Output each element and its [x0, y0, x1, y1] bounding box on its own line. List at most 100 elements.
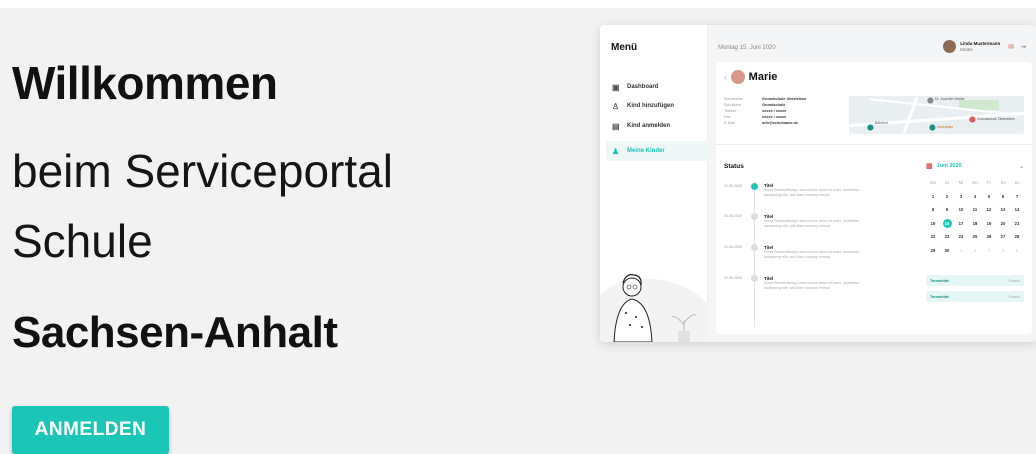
preview-sidebar-item-my-children: ♟ Meine Kinder [606, 141, 708, 161]
avatar [943, 40, 957, 53]
timeline-entry: Titel Kurze Beschreibung Lorem ipsum dol… [764, 245, 874, 259]
calendar-day: 30 [944, 247, 950, 253]
calendar-day: 7 [1015, 193, 1019, 199]
timeline-desc: sadipscing elitr, sed diam nonumy eirmod [764, 254, 830, 259]
timeline-dot [751, 244, 758, 251]
info-value: info@schulname.de [762, 121, 798, 125]
preview-sidebar-item-register-child: ▤ Kind anmelden [612, 120, 670, 132]
appointment-item: Termintitel Details [926, 275, 1024, 286]
calendar-day: 14 [1014, 207, 1020, 213]
calendar-day: 12 [986, 207, 992, 213]
preview-main: Montag 15. Juni 2020 Linda Mustermann Mu… [708, 25, 1036, 342]
user-role: Mutter [960, 46, 973, 52]
login-button[interactable]: ANMELDEN [12, 406, 169, 454]
calendar-weekday: Do [972, 180, 978, 186]
timeline-date: 01.06.2020 [724, 245, 742, 249]
map-label: Dr. Joachim Weber [935, 97, 965, 101]
calendar-day: 11 [972, 207, 978, 213]
subtitle-line-1: beim Serviceportal [12, 145, 393, 197]
appointment-title: Termintitel [930, 278, 950, 283]
calendar-day: 2 [973, 247, 977, 253]
child-detail-card: ‹ Marie Schulname Grundschule Oberleiben … [716, 62, 1032, 334]
preview-sidebar-item-add-child: ♙ Kind hinzufügen [612, 100, 674, 112]
chevron-down-icon: ⌄ [1018, 163, 1024, 170]
logout-icon: ⇥ [1020, 43, 1026, 51]
calendar-weekday: Fr [987, 180, 991, 186]
timeline-dot [751, 183, 758, 190]
calendar-day: 8 [931, 207, 935, 213]
calendar-day: 16 [942, 218, 952, 228]
calendar-day: 3 [959, 193, 963, 199]
calendar-day: 27 [1000, 234, 1006, 240]
timeline-desc: Kurze Beschreibung Lorem ipsum dolor sit… [764, 219, 860, 223]
map-pin-icon: ⬤ [867, 125, 874, 131]
timeline-entry: Titel Kurze Beschreibung Lorem ipsum dol… [764, 214, 874, 228]
child-name: Marie [748, 71, 778, 83]
map-label: Marktplatz [937, 125, 954, 129]
calendar-day: 23 [944, 234, 950, 240]
timeline-entry: Titel Kurze Beschreibung Lorem ipsum dol… [764, 183, 874, 197]
welcome-title: Willkommen [12, 57, 278, 109]
calendar-day: 19 [986, 220, 992, 226]
calendar-day: 5 [987, 193, 991, 199]
timeline-desc: sadipscing elitr, sed diam nonumy eirmod [764, 285, 830, 290]
map-label: Grundschule Oberleiben [977, 117, 1015, 121]
info-key: E-Mail [724, 121, 735, 125]
calendar-weekday: Mo [930, 180, 936, 186]
calendar-icon: ▦ [926, 163, 933, 170]
add-user-icon: ♙ [612, 101, 620, 111]
timeline-dot [751, 213, 758, 220]
briefcase-icon: ▤ [612, 121, 620, 131]
calendar-day: 5 [1015, 247, 1019, 253]
preview-date: Montag 15. Juni 2020 [718, 45, 776, 51]
mail-icon: ✉ [1008, 43, 1015, 51]
calendar-weekday: Mi [958, 180, 964, 186]
back-arrow-icon: ‹ [724, 72, 727, 82]
timeline-dot [751, 275, 758, 282]
timeline-desc: Kurze Beschreibung Lorem ipsum dolor sit… [764, 188, 860, 192]
parent-illustration [600, 274, 708, 342]
calendar-day: 4 [1001, 247, 1005, 253]
calendar-day: 13 [1000, 207, 1006, 213]
calendar-weekday: Di [945, 180, 949, 186]
calendar-day: 1 [931, 193, 935, 199]
timeline-date: 01.06.2020 [724, 214, 742, 218]
calendar-day: 15 [930, 220, 936, 226]
timeline-desc: sadipscing elitr, sed diam nonumy eirmod [764, 192, 830, 197]
sidebar-label: Kind anmelden [627, 123, 671, 129]
timeline-date: 01.06.2020 [724, 184, 742, 188]
calendar-month: Juni 2020 [936, 163, 962, 169]
calendar-day: 26 [986, 234, 992, 240]
timeline-line [754, 182, 755, 327]
sidebar-label: Dashboard [627, 84, 659, 90]
subtitle-line-2: Schule [12, 215, 153, 267]
calendar-day: 3 [987, 247, 991, 253]
map-pin-icon: ⬤ [927, 98, 934, 104]
calendar-day: 10 [958, 207, 964, 213]
users-icon: ♟ [612, 146, 620, 156]
map-pin-icon: ⬤ [969, 117, 976, 123]
state-name: Sachsen-Anhalt [12, 308, 338, 357]
calendar-day: 22 [930, 234, 936, 240]
map-label: Bahnhof [875, 121, 889, 125]
calendar-day: 28 [1014, 234, 1020, 240]
appointment-details-link: Details [1008, 278, 1020, 283]
sidebar-label: Meine Kinder [627, 148, 665, 154]
calendar-day: 21 [1014, 220, 1020, 226]
calendar-day: 29 [930, 247, 936, 253]
calendar-day: 25 [972, 234, 978, 240]
school-info: Schulname Grundschule Oberleiben Schulfor… [724, 96, 806, 126]
appointment-details-link: Details [1008, 294, 1020, 299]
calendar-grid: Mo Di Mi Do Fr Sa So 1 2 3 4 5 6 7 8 9 10 11 12 13 14 15 16 17 1… [926, 176, 1024, 257]
portal-preview-image: Menü ▣ Dashboard ♙ Kind hinzufügen ▤ Kin… [600, 25, 1036, 342]
divider [716, 144, 1032, 145]
calendar: ▦ Juni 2020 ⌄ Mo Di Mi Do Fr Sa So 1 2 3 4 5 6 7 8 9 10 1… [926, 162, 1024, 257]
timeline-desc: sadipscing elitr, sed diam nonumy eirmod [764, 223, 830, 228]
appointment-item: Termintitel Details [926, 291, 1024, 302]
calendar-day: 9 [945, 207, 949, 213]
calendar-day: 17 [958, 220, 964, 226]
calendar-day: 2 [945, 193, 949, 199]
preview-sidebar-item-dashboard: ▣ Dashboard [612, 81, 658, 93]
calendar-weekday: Sa [1000, 180, 1006, 186]
preview-user: Linda Mustermann Mutter ✉ ⇥ [943, 40, 1026, 53]
